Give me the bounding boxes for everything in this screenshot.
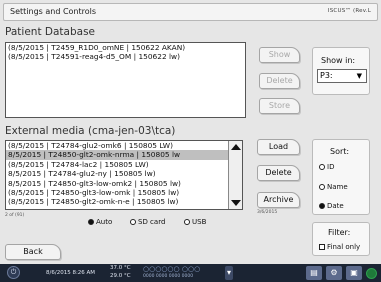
patient-database-list[interactable]: (8/5/2015 | T2459_R1D0_omNE | 150622 AKA… [5, 42, 246, 118]
window-title: Settings and Controls [10, 7, 97, 16]
radio-selected-icon [88, 219, 94, 225]
source-auto-radio[interactable]: Auto [88, 218, 112, 226]
radio-selected-icon [319, 203, 325, 209]
archive-button[interactable]: Archive [257, 192, 300, 208]
brand-label: ISCUS™ (Rev.L [327, 8, 371, 14]
app-window: Settings and Controls ISCUS™ (Rev.L Pati… [0, 0, 381, 282]
final-only-checkbox[interactable]: Final only [319, 243, 360, 251]
taskbar-slot-indicators: ○○○○○○ ○○○ [143, 265, 201, 273]
monitor-icon[interactable]: ▤ [306, 266, 322, 280]
list-item[interactable]: 8/5/2015 | T24850-glt3-low-omk2 | 150805… [6, 179, 242, 188]
taskbar-temp-2: 29.0 °C [110, 273, 131, 279]
list-item[interactable]: 8/5/2015 | T24784-glu2-ny | 150805 lw) [6, 169, 242, 178]
radio-icon [184, 219, 190, 225]
filter-label: Filter: [328, 228, 351, 237]
power-icon[interactable]: ⏻ [7, 266, 20, 279]
load-button[interactable]: Load [257, 139, 300, 155]
screen-icon[interactable]: ▣ [346, 266, 362, 280]
source-sdcard-radio[interactable]: SD card [130, 218, 165, 226]
sort-label: Sort: [330, 147, 350, 156]
list-item[interactable]: (8/5/2015 | T24850-glt2-omk-n-e | 150805… [6, 197, 242, 206]
source-usb-radio[interactable]: USB [184, 218, 206, 226]
show-in-value: P3: [320, 71, 333, 80]
list-item[interactable]: (8/5/2015 | T24784-lac2 | 150805 LW) [6, 160, 242, 169]
list-item[interactable]: (8/5/2015 | T2459_R1D0_omNE | 150622 AKA… [6, 43, 245, 52]
result-count: 2 of (91) [5, 213, 25, 218]
list-item[interactable]: (8/5/2015 | T24784-glu2-omk6 | 150805 LW… [6, 141, 242, 150]
taskbar-status-icon: ▾ [225, 266, 233, 280]
filter-panel: Filter: Final only [312, 222, 370, 256]
sort-panel: Sort: ID Name Date [312, 139, 370, 215]
list-item[interactable]: (8/5/2015 | T24850-glt3-low-omk | 150805… [6, 188, 242, 197]
archive-date: 3/6/2015 [257, 210, 278, 215]
radio-icon [130, 219, 136, 225]
external-media-list[interactable]: (8/5/2015 | T24784-glu2-omk6 | 150805 LW… [5, 140, 243, 210]
settings-icon[interactable]: ⚙ [326, 266, 342, 280]
show-in-select[interactable]: P3: ▼ [317, 69, 367, 83]
radio-icon [319, 164, 325, 170]
scroll-up-arrow-icon[interactable] [231, 144, 241, 150]
show-in-label: Show in: [321, 56, 356, 65]
delete-patient-button[interactable]: Delete [259, 73, 300, 89]
show-in-panel: Show in: P3: ▼ [312, 47, 370, 95]
taskbar-datetime: 8/6/2015 8:26 AM [46, 270, 96, 276]
taskbar-slot-values: 0000 0000 0000 0000 [143, 274, 194, 279]
taskbar-temp-1: 37.0 °C [110, 265, 131, 271]
patient-database-title: Patient Database [5, 26, 95, 38]
taskbar: ⏻ 8/6/2015 8:26 AM 37.0 °C 29.0 °C ○○○○○… [0, 264, 381, 282]
sort-date-radio[interactable]: Date [319, 202, 344, 210]
store-button[interactable]: Store [259, 98, 300, 114]
delete-external-button[interactable]: Delete [257, 165, 300, 181]
back-button[interactable]: Back [5, 244, 61, 260]
status-led-icon [366, 268, 377, 279]
title-bar: Settings and Controls ISCUS™ (Rev.L [3, 3, 378, 21]
radio-icon [319, 184, 325, 190]
sort-id-radio[interactable]: ID [319, 163, 334, 171]
checkbox-icon [319, 244, 325, 250]
list-item[interactable]: (8/5/2015 | T24591-reag4-d5_OM | 150622 … [6, 52, 245, 61]
chevron-down-icon: ▼ [356, 72, 362, 80]
scroll-down-arrow-icon[interactable] [231, 200, 241, 206]
show-button[interactable]: Show [259, 47, 300, 63]
list-item-selected[interactable]: 8/5/2015 | T24850-glt2-omk-nrma | 150805… [6, 150, 242, 160]
external-media-title: External media (cma-jen-03\tca) [5, 125, 176, 137]
list-scrollbar[interactable] [228, 141, 242, 209]
sort-name-radio[interactable]: Name [319, 183, 348, 191]
